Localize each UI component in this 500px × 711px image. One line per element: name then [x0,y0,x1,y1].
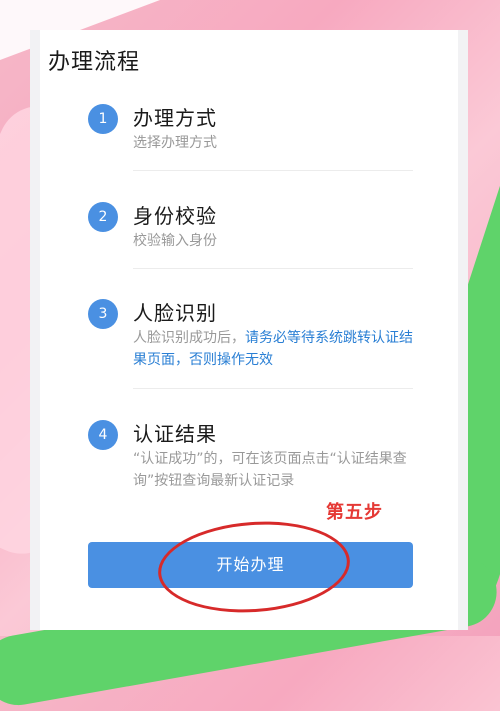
divider [133,388,413,389]
step-title: 身份校验 [133,204,217,228]
start-button[interactable]: 开始办理 [88,542,413,588]
step-title: 认证结果 [133,422,217,446]
step-description: “认证成功”的，可在该页面点击“认证结果查询”按钮查询最新认证记录 [133,451,407,489]
step-number-badge: 2 [88,202,118,232]
step-description-text: 人脸识别成功后， [133,330,245,346]
step-description: 校验输入身份 [133,233,217,249]
step-number-badge: 1 [88,104,118,134]
step-number-badge: 3 [88,299,118,329]
step-description: 人脸识别成功后，请务必等待系统跳转认证结果页面，否则操作无效 [133,327,418,371]
divider [133,268,413,269]
page-title: 办理流程 [48,50,141,75]
step-title: 办理方式 [133,106,217,130]
step-number-badge: 4 [88,420,118,450]
divider [133,170,413,171]
step-annotation: 第五步 [326,502,383,523]
step-title: 人脸识别 [133,301,217,325]
step-description: 选择办理方式 [133,135,217,151]
